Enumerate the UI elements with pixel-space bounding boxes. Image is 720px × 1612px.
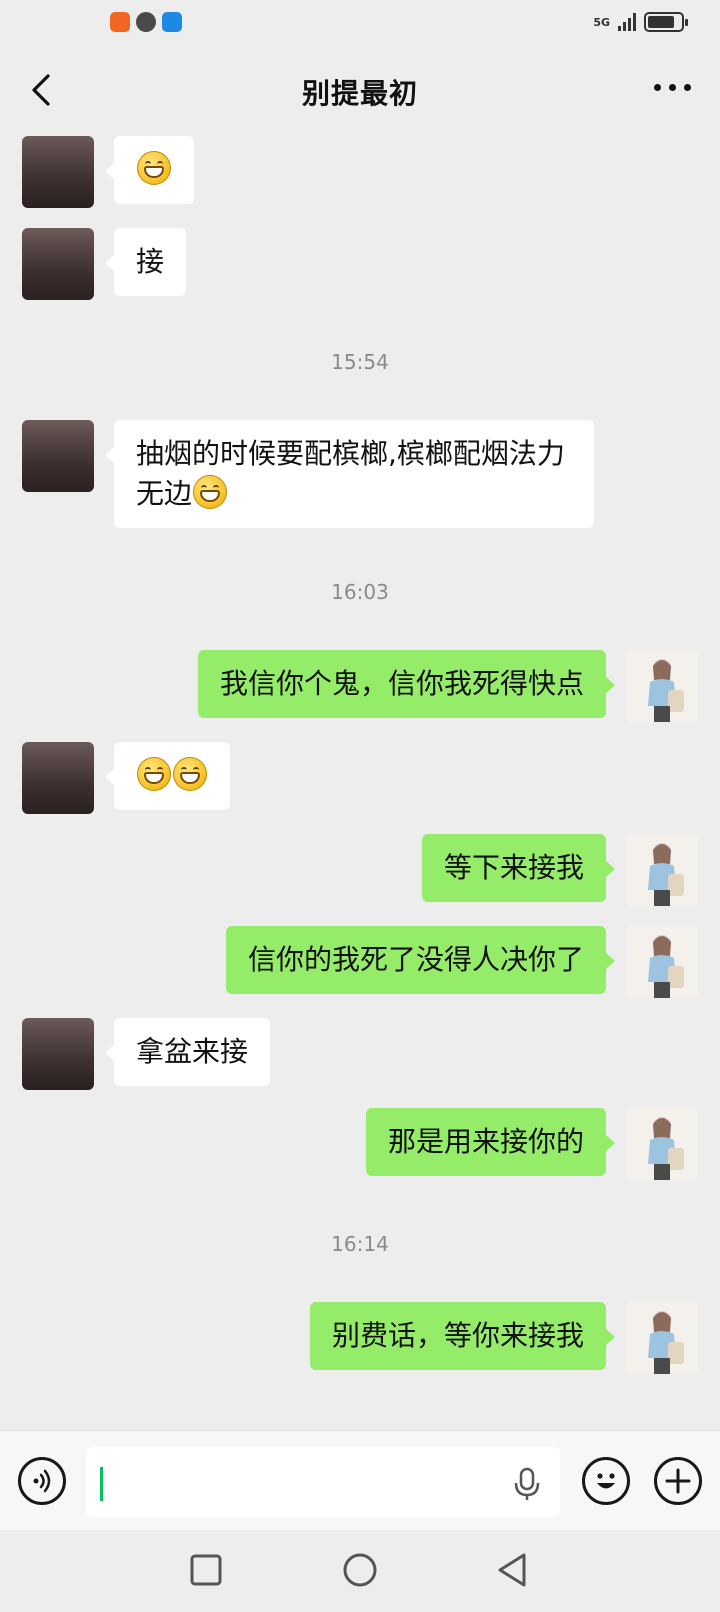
smiley-icon[interactable]	[582, 1457, 630, 1505]
mail-icon	[162, 12, 182, 32]
message-bubble[interactable]: 别费话，等你来接我	[309, 1302, 616, 1370]
message-text: 接	[136, 245, 165, 278]
signal-icon	[618, 13, 636, 31]
more-dots-icon[interactable]	[654, 84, 694, 98]
contact-avatar[interactable]	[22, 136, 94, 208]
chat-bubble-icon	[136, 12, 156, 32]
plus-icon[interactable]	[654, 1457, 702, 1505]
timestamp: 15:54	[331, 350, 389, 374]
girl-illustration-icon	[648, 935, 684, 998]
message-bubble[interactable]: 那是用来接你的	[365, 1108, 616, 1176]
message-bubble[interactable]: 等下来接我	[421, 834, 616, 902]
voice-icon[interactable]	[18, 1457, 66, 1505]
status-bar: 5G	[0, 0, 720, 46]
input-bar	[0, 1430, 720, 1530]
message-bubble[interactable]: 接	[104, 228, 187, 296]
my-avatar[interactable]	[626, 650, 698, 722]
message-bubble[interactable]: 抽烟的时候要配槟榔,槟榔配烟法力无边	[105, 420, 594, 528]
girl-illustration-icon	[648, 659, 684, 722]
girl-illustration-icon	[648, 1117, 684, 1180]
my-avatar[interactable]	[626, 1108, 698, 1180]
grin-emoji-icon	[137, 151, 171, 185]
contact-avatar[interactable]	[22, 742, 94, 814]
my-avatar[interactable]	[626, 926, 698, 998]
my-avatar[interactable]	[626, 1302, 698, 1374]
message-text: 那是用来接你的	[387, 1125, 584, 1158]
recent-apps-icon[interactable]	[184, 1548, 228, 1592]
grin-emoji-icon	[173, 757, 207, 791]
taobao-icon	[110, 12, 130, 32]
network-type: 5G	[593, 15, 610, 29]
battery-level	[648, 16, 674, 28]
contact-avatar[interactable]	[22, 1018, 94, 1090]
chat-header: 别提最初	[0, 46, 720, 136]
message-bubble[interactable]	[105, 742, 230, 810]
message-bubble[interactable]: 我信你个鬼，信你我死得快点	[197, 650, 616, 718]
battery-icon	[644, 12, 688, 32]
contact-avatar[interactable]	[22, 228, 94, 300]
message-bubble[interactable]: 拿盆来接	[104, 1018, 271, 1086]
contact-avatar[interactable]	[22, 420, 94, 492]
grin-emoji-icon	[137, 757, 171, 791]
message-text: 信你的我死了没得人决你了	[247, 943, 584, 976]
girl-illustration-icon	[648, 1311, 684, 1374]
girl-illustration-icon	[648, 843, 684, 906]
message-text: 别费话，等你来接我	[331, 1319, 584, 1352]
text-caret	[100, 1467, 103, 1501]
system-nav-bar	[0, 1530, 720, 1612]
timestamp: 16:03	[331, 580, 389, 604]
message-list[interactable]: 接 15:54 抽烟的时候要配槟榔,槟榔配烟法力无边 16:03 我信你个鬼，信…	[0, 136, 720, 1430]
status-app-icons	[110, 12, 182, 32]
message-text: 拿盆来接	[136, 1035, 249, 1068]
message-input[interactable]	[86, 1447, 560, 1517]
message-text: 等下来接我	[443, 851, 584, 884]
microphone-icon[interactable]	[512, 1467, 542, 1501]
grin-emoji-icon	[193, 475, 228, 509]
my-avatar[interactable]	[626, 834, 698, 906]
message-bubble[interactable]	[105, 136, 194, 204]
chat-title: 别提最初	[301, 77, 418, 110]
home-icon[interactable]	[338, 1548, 382, 1592]
timestamp: 16:14	[331, 1232, 389, 1256]
back-triangle-icon[interactable]	[492, 1548, 536, 1592]
message-text: 我信你个鬼，信你我死得快点	[219, 667, 584, 700]
message-bubble[interactable]: 信你的我死了没得人决你了	[225, 926, 616, 994]
